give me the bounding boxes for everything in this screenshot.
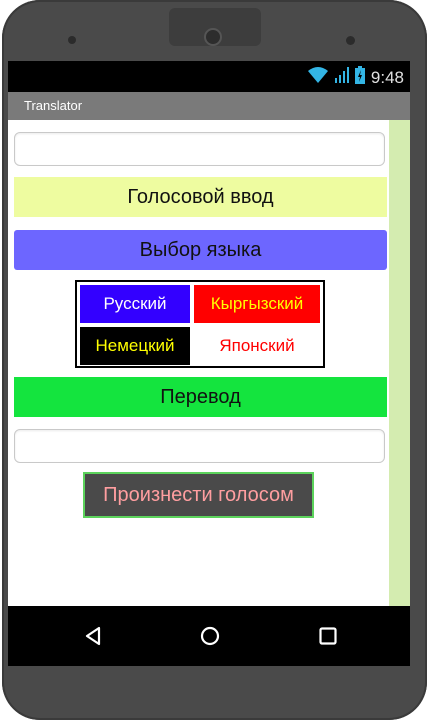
wifi-icon [307, 66, 329, 89]
voice-input-button[interactable]: Голосовой ввод [14, 177, 387, 217]
language-japanese-label: Японский [219, 336, 295, 355]
speak-label: Произнести голосом [103, 483, 294, 506]
language-japanese-button[interactable]: Японский [194, 327, 320, 365]
language-kyrgyz-label: Кыргызский [210, 294, 304, 313]
screen: 9:48 Translator Голосовой ввод Выбор язы… [8, 61, 410, 606]
title-bar: Translator [8, 92, 410, 120]
status-bar: 9:48 [8, 61, 410, 92]
voice-input-label: Голосовой ввод [127, 185, 274, 208]
source-text-input[interactable] [14, 132, 385, 166]
language-german-label: Немецкий [95, 336, 175, 355]
navigation-bar [8, 606, 410, 666]
back-icon [84, 626, 102, 651]
language-russian-button[interactable]: Русский [80, 285, 190, 323]
language-german-button[interactable]: Немецкий [80, 327, 190, 365]
home-button[interactable] [198, 626, 222, 650]
status-icons: 9:48 [307, 66, 404, 89]
speak-button[interactable]: Произнести голосом [83, 472, 314, 518]
home-icon [200, 626, 220, 651]
scroll-strip [389, 120, 410, 606]
sensor-dot [68, 36, 76, 44]
app-title: Translator [24, 98, 83, 113]
language-select-button[interactable]: Выбор языка [14, 230, 387, 270]
signal-icon [334, 67, 349, 88]
language-russian-label: Русский [103, 294, 167, 313]
translate-label: Перевод [160, 385, 241, 408]
front-camera [204, 28, 222, 46]
language-kyrgyz-button[interactable]: Кыргызский [194, 285, 320, 323]
recents-icon [319, 626, 337, 650]
result-text-input[interactable] [14, 429, 385, 463]
app-content: Голосовой ввод Выбор языка Русский Кыргы… [8, 120, 410, 606]
language-select-label: Выбор языка [139, 238, 262, 261]
language-table: Русский Кыргызский Немецкий Японский [75, 280, 325, 368]
translate-button[interactable]: Перевод [14, 377, 387, 417]
battery-icon [354, 66, 365, 89]
status-time: 9:48 [370, 67, 404, 87]
back-button[interactable] [81, 626, 105, 650]
sensor-dot-right [346, 36, 355, 45]
recents-button[interactable] [316, 626, 340, 650]
